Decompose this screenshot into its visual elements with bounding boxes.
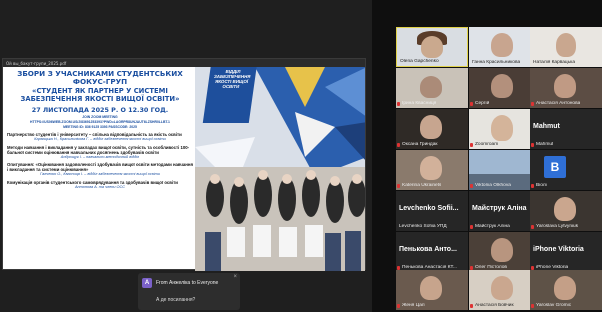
participant-tile[interactable]: Наталія Карвацька	[530, 27, 602, 67]
muted-mic-icon	[531, 184, 534, 188]
muted-mic-icon	[531, 225, 534, 229]
participant-tile[interactable]: Olena Gapchenko	[396, 27, 468, 67]
muted-mic-icon	[531, 304, 534, 308]
participant-tile[interactable]: iPhone Viktoria iPhone Viktoria	[530, 232, 602, 272]
muted-mic-icon	[470, 304, 473, 308]
avatar: В	[544, 156, 566, 178]
participant-tile[interactable]: В Віолі	[530, 150, 602, 190]
agenda-speaker: Карвацька Н., Красильнікова Г. – відділ …	[34, 137, 166, 141]
participant-tile[interactable]: Ірина Квасниця	[396, 68, 468, 108]
zoom-join: JOIN ZOOM MEETING	[82, 115, 118, 119]
participant-tile[interactable]: Пенькова Анто... Пенькова Анастасія КТ..…	[396, 232, 468, 272]
participant-tile[interactable]: Mahmut Mahmut	[530, 109, 602, 149]
poster-text: ЗБОРИ З УЧАСНИКАМИ СТУДЕНТСЬКИХ ФОКУС-ГР…	[7, 70, 193, 189]
participant-tile[interactable]: Оксана Гриндак	[396, 109, 468, 149]
shared-document: Ой вы_бакут-групи_2025.pdf ЗБОРИ З УЧАСН…	[2, 58, 366, 271]
muted-mic-icon	[531, 102, 534, 106]
participant-tile[interactable]: Levchenko Sofii... Levchenko Sofiia УПД	[396, 191, 468, 231]
participant-tile[interactable]: Анастасія Антонова	[530, 68, 602, 108]
muted-mic-icon	[397, 304, 400, 308]
agenda-speaker: Андрощук І. – навчально-методичний відді…	[60, 154, 140, 159]
close-icon[interactable]: ×	[233, 274, 237, 280]
zoom-meeting-id: MEETING ID: 836 9125 3393 PASSCODE: 2025	[63, 125, 137, 129]
document-filename: Ой вы_бакут-групи_2025.pdf	[6, 60, 67, 66]
zoom-link[interactable]: HTTPS://US06WEB.ZOOM.US/J/83691253393?PW…	[7, 120, 193, 124]
agenda-item: Опитування: «Оцінювання задоволеності зд…	[7, 162, 193, 172]
muted-mic-icon	[470, 143, 473, 147]
chat-sender: From Анжеліка to Everyone	[156, 280, 219, 286]
department-banner: ВІДДІЛ ЗАБЕЗПЕЧЕННЯ ЯКОСТІ ВИЩОЇ ОСВІТИ	[202, 67, 258, 123]
chat-message: А де посилання?	[156, 297, 196, 303]
muted-mic-icon	[470, 225, 473, 229]
document-toolbar: Ой вы_бакут-групи_2025.pdf	[3, 59, 365, 67]
chat-avatar: А	[142, 278, 152, 288]
muted-mic-icon	[531, 143, 534, 147]
participant-tile[interactable]: Женя Цап	[396, 270, 468, 310]
muted-mic-icon	[470, 102, 473, 106]
agenda-speaker: Галченко О., Квасниця І. – відділ забезп…	[40, 172, 160, 176]
shared-screen-area: Ой вы_бакут-групи_2025.pdf ЗБОРИ З УЧАСН…	[0, 0, 372, 312]
gallery-panel: Olena Gapchenko Ганна Красильникова Ната…	[372, 0, 602, 312]
participant-tile[interactable]: Yaroslava Lytvyniuk	[530, 191, 602, 231]
agenda-item: Комунікація органів студентського самовр…	[7, 179, 178, 185]
participant-tile[interactable]: Katerina Ukrainets	[396, 150, 468, 190]
poster-title: ЗБОРИ З УЧАСНИКАМИ СТУДЕНТСЬКИХ ФОКУС-ГР…	[17, 69, 183, 86]
muted-mic-icon	[397, 184, 400, 188]
poster-photo: ВІДДІЛ ЗАБЕЗПЕЧЕННЯ ЯКОСТІ ВИЩОЇ ОСВІТИ	[195, 67, 365, 271]
poster-date: 27 ЛИСТОПАДА 2025 Р. О 12.30 ГОД.	[31, 106, 169, 114]
agenda-item: Методи навчання і викладання у закладах …	[7, 144, 190, 155]
agenda-speaker: Антонова А. та члени ОСС	[75, 184, 125, 189]
chat-notification[interactable]: А From Анжеліка to Everyone А де посилан…	[138, 273, 240, 310]
muted-mic-icon	[470, 184, 473, 188]
muted-mic-icon	[397, 143, 400, 147]
poster-subtitle: «СТУДЕНТ ЯК ПАРТНЕР У СИСТЕМІ ЗАБЕЗПЕЧЕН…	[20, 87, 180, 103]
participant-tile[interactable]: Yaroslav Gromic	[530, 270, 602, 310]
muted-mic-icon	[397, 102, 400, 106]
